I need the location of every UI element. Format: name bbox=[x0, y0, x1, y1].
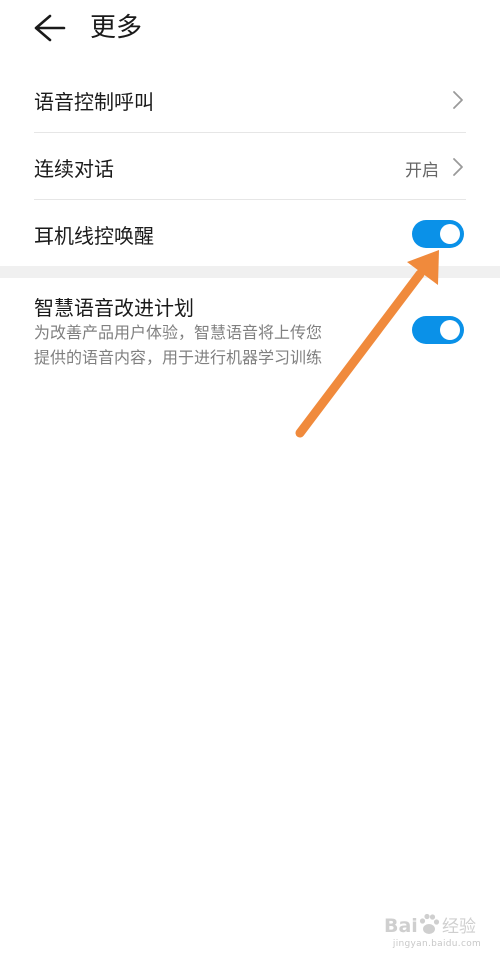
toggle-knob bbox=[440, 224, 460, 244]
setting-row-voice-call-control[interactable]: 语音控制呼叫 bbox=[0, 68, 500, 132]
setting-row-continuous-dialog[interactable]: 连续对话 开启 bbox=[0, 133, 500, 199]
setting-value: 开启 bbox=[405, 161, 439, 181]
voice-improvement-toggle[interactable] bbox=[412, 316, 464, 344]
setting-label: 智慧语音改进计划 bbox=[34, 296, 194, 320]
setting-description-line2: 提供的语音内容，用于进行机器学习训练 bbox=[34, 348, 323, 367]
setting-label: 连续对话 bbox=[34, 157, 114, 181]
setting-row-headset-wakeup: 耳机线控唤醒 bbox=[0, 200, 500, 266]
headset-wakeup-toggle[interactable] bbox=[412, 220, 464, 248]
svg-text:经验: 经验 bbox=[442, 917, 476, 937]
header-bar: 更多 bbox=[0, 0, 500, 62]
baidu-watermark: Bai 经验 jingyan.baidu.com bbox=[384, 908, 490, 956]
setting-label: 耳机线控唤醒 bbox=[34, 224, 154, 248]
setting-description-line1: 为改善产品用户体验，智慧语音将上传您 bbox=[34, 323, 323, 342]
setting-row-voice-improvement-plan: 智慧语音改进计划 为改善产品用户体验，智慧语音将上传您 提供的语音内容，用于进行… bbox=[0, 278, 500, 378]
chevron-right-icon bbox=[453, 158, 463, 176]
baidu-logo-icon: Bai 经验 bbox=[384, 913, 476, 937]
chevron-right-icon bbox=[453, 91, 463, 109]
svg-text:Bai: Bai bbox=[384, 915, 418, 937]
arrow-left-icon[interactable] bbox=[30, 12, 66, 44]
page-title: 更多 bbox=[90, 13, 143, 43]
watermark-url: jingyan.baidu.com bbox=[392, 939, 482, 949]
section-divider bbox=[0, 266, 500, 278]
toggle-knob bbox=[440, 320, 460, 340]
setting-label: 语音控制呼叫 bbox=[34, 90, 154, 114]
